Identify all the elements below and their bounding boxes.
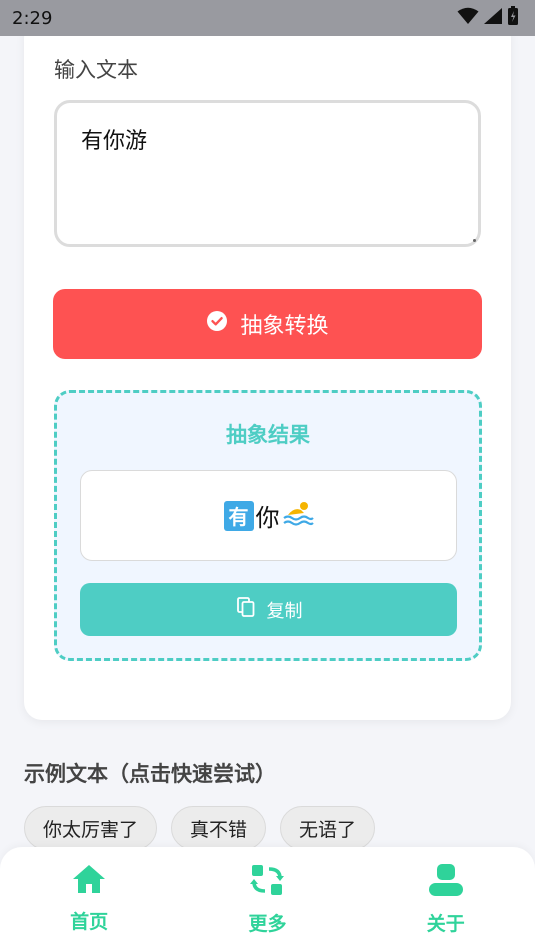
tab-about[interactable]: 关于 [386,863,506,936]
wifi-icon [457,7,479,29]
status-time: 2:29 [12,7,53,29]
user-icon [428,863,464,901]
copy-button[interactable]: 复制 [80,583,457,636]
convert-button[interactable]: 抽象转换 [53,289,482,359]
text-input-value: 有你游 [81,129,148,154]
you-emoji: 有 [223,500,254,531]
convert-button-label: 抽象转换 [240,314,329,339]
input-label: 输入文本 [54,58,138,82]
tab-home-label: 首页 [70,911,109,933]
swap-icon [250,863,285,901]
example-chip[interactable]: 你太厉害了 [24,806,158,850]
example-chip[interactable]: 真不错 [171,806,267,850]
result-title: 抽象结果 [226,423,310,447]
result-display: 有 你 [80,470,457,561]
battery-icon [507,6,519,30]
copy-icon [235,596,257,623]
bottom-tab-bar: 首页 更多 关于 [0,847,535,951]
home-icon [71,863,107,899]
tab-home[interactable]: 首页 [29,863,149,934]
main-card: 输入文本 有你游 抽象转换 抽象结果 有 你 复制 [24,20,511,720]
copy-button-label: 复制 [266,600,303,622]
swimmer-emoji [282,499,314,533]
resize-handle[interactable] [473,239,476,242]
result-box: 抽象结果 有 你 复制 [54,390,482,661]
check-circle-icon [206,310,228,338]
status-icons [457,6,519,30]
example-chips: 你太厉害了 真不错 无语了 [24,806,376,850]
status-bar: 2:29 [0,0,535,36]
example-chip[interactable]: 无语了 [280,806,376,850]
tab-more[interactable]: 更多 [207,863,327,936]
text-input[interactable]: 有你游 [54,100,481,247]
tab-about-label: 关于 [426,913,465,935]
examples-title: 示例文本（点击快速尝试） [24,762,276,786]
signal-icon [483,7,503,29]
tab-more-label: 更多 [248,913,287,935]
result-text: 你 [255,504,280,532]
